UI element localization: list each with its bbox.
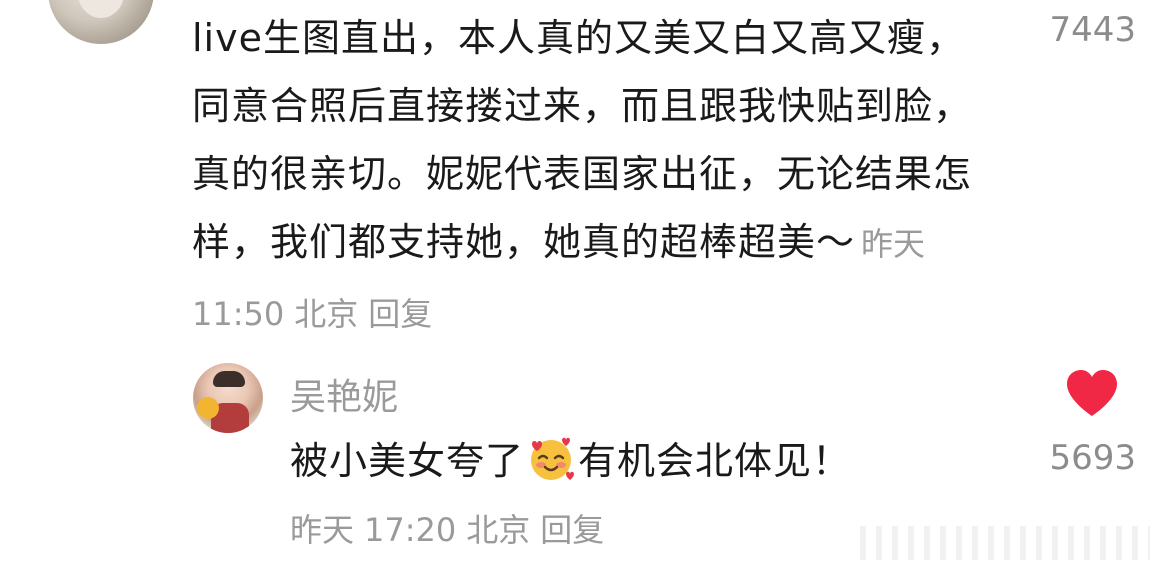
comment-body: live生图直出，本人真的又美又白又高又瘦，同意合照后直接搂过来，而且跟我快贴到… (192, 4, 992, 348)
reply-date: 昨天 (290, 511, 355, 549)
reply-body: 被小美女夸了 有机会北体见！ (290, 430, 851, 485)
reply-text-part1: 被小美女夸了 (290, 439, 525, 483)
commenter-avatar[interactable] (48, 0, 154, 44)
reply-reply-button[interactable]: 回复 (540, 511, 604, 549)
smiling-face-with-hearts-icon (531, 437, 575, 480)
reply-author-name[interactable]: 吴艳妮 (290, 368, 398, 420)
heart-icon[interactable] (1065, 368, 1119, 418)
reply-time: 17:20 (364, 511, 457, 549)
comment-text: live生图直出，本人真的又美又白又高又瘦，同意合照后直接搂过来，而且跟我快贴到… (192, 16, 973, 264)
comment-time: 11:50 (192, 295, 285, 333)
avatar-duck-toy (197, 397, 219, 419)
comment-like-count[interactable]: 7443 (1049, 10, 1136, 50)
comment-date: 昨天 (861, 225, 926, 263)
reply-author-avatar[interactable] (193, 363, 263, 433)
comment-reply-button[interactable]: 回复 (368, 295, 432, 333)
reply-location: 北京 (466, 511, 531, 549)
reply-text-part2: 有机会北体见！ (578, 439, 852, 483)
reply-meta: 昨天 17:20 北京 回复 (290, 505, 614, 551)
avatar-hair (213, 371, 245, 387)
reply-like-count[interactable]: 5693 (1049, 438, 1136, 478)
watermark-strip (860, 526, 1150, 560)
comment-location: 北京 (294, 295, 359, 333)
